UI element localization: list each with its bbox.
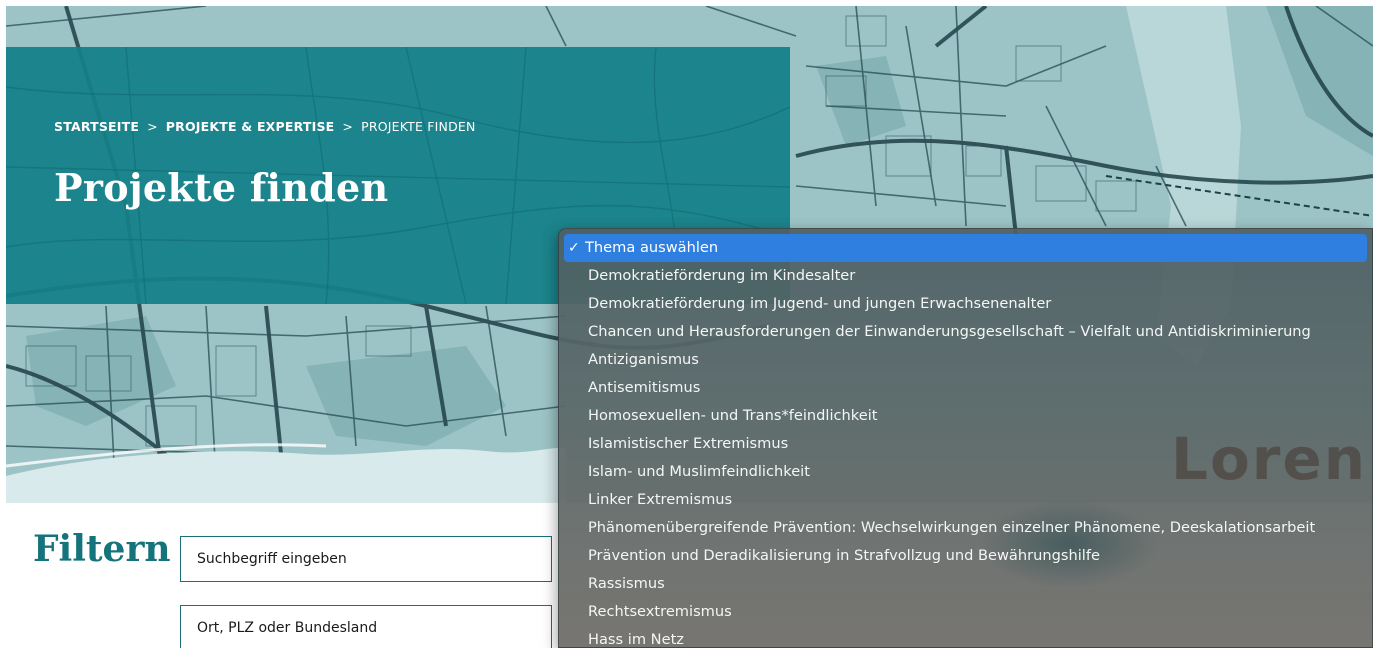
- dropdown-option-selected[interactable]: ✓ Thema auswählen: [564, 234, 1367, 262]
- filter-heading: Filtern: [33, 528, 171, 570]
- checkmark-icon: ✓: [568, 240, 580, 256]
- page-title: Projekte finden: [54, 165, 389, 210]
- search-input[interactable]: Suchbegriff eingeben: [180, 536, 552, 582]
- dropdown-option-label: Demokratieförderung im Kindesalter: [588, 267, 856, 284]
- dropdown-option-label: Demokratieförderung im Jugend- und junge…: [588, 295, 1052, 312]
- dropdown-option[interactable]: Rechtsextremismus: [564, 598, 1367, 626]
- dropdown-option[interactable]: Antisemitismus: [564, 374, 1367, 402]
- dropdown-option[interactable]: Demokratieförderung im Jugend- und junge…: [564, 290, 1367, 318]
- dropdown-option-label: Linker Extremismus: [588, 491, 733, 508]
- dropdown-option-label: Homosexuellen- und Trans*feindlichkeit: [588, 407, 878, 424]
- dropdown-option[interactable]: Phänomenübergreifende Prävention: Wechse…: [564, 514, 1367, 542]
- dropdown-option-label: Islam- und Muslimfeindlichkeit: [588, 463, 810, 480]
- dropdown-option-label: Rechtsextremismus: [588, 603, 732, 620]
- dropdown-option[interactable]: Demokratieförderung im Kindesalter: [564, 262, 1367, 290]
- dropdown-option-label: Prävention und Deradikalisierung in Stra…: [588, 547, 1100, 564]
- dropdown-option[interactable]: Rassismus: [564, 570, 1367, 598]
- dropdown-option[interactable]: Linker Extremismus: [564, 486, 1367, 514]
- dropdown-option-label: Phänomenübergreifende Prävention: Wechse…: [588, 519, 1316, 536]
- dropdown-option[interactable]: Hass im Netz: [564, 626, 1367, 648]
- breadcrumb-separator: >: [147, 119, 158, 134]
- dropdown-option-label: Antisemitismus: [588, 379, 701, 396]
- dropdown-option[interactable]: Homosexuellen- und Trans*feindlichkeit: [564, 402, 1367, 430]
- breadcrumb: STARTSEITE > PROJEKTE & EXPERTISE > PROJ…: [54, 119, 476, 134]
- topic-select-dropdown[interactable]: Loren ✓ Thema auswählen Demokratieförderun…: [558, 228, 1373, 648]
- dropdown-option[interactable]: Islam- und Muslimfeindlichkeit: [564, 458, 1367, 486]
- breadcrumb-separator: >: [342, 119, 354, 134]
- dropdown-option[interactable]: Islamistischer Extremismus: [564, 430, 1367, 458]
- breadcrumb-home-link[interactable]: STARTSEITE: [54, 119, 139, 134]
- dropdown-option-label: Antiziganismus: [588, 351, 699, 368]
- dropdown-option-label: Islamistischer Extremismus: [588, 435, 789, 452]
- dropdown-option[interactable]: Prävention und Deradikalisierung in Stra…: [564, 542, 1367, 570]
- breadcrumb-section-link[interactable]: PROJEKTE & EXPERTISE: [166, 119, 335, 134]
- dropdown-option-list: ✓ Thema auswählen Demokratieförderung im K…: [564, 234, 1367, 648]
- dropdown-option-label: Chancen und Herausforderungen der Einwan…: [588, 323, 1311, 340]
- location-input[interactable]: Ort, PLZ oder Bundesland: [180, 605, 552, 648]
- breadcrumb-current: PROJEKTE FINDEN: [361, 119, 476, 134]
- dropdown-option[interactable]: Antiziganismus: [564, 346, 1367, 374]
- dropdown-option[interactable]: Chancen und Herausforderungen der Einwan…: [564, 318, 1367, 346]
- dropdown-option-label: Rassismus: [588, 575, 665, 592]
- dropdown-option-label: Thema auswählen: [585, 239, 719, 256]
- dropdown-option-label: Hass im Netz: [588, 631, 684, 648]
